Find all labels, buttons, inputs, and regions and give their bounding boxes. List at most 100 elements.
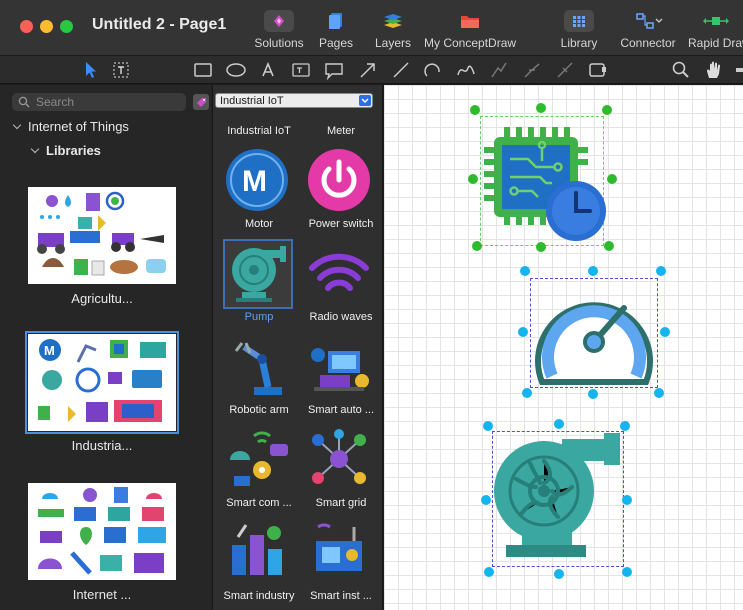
resize-handle[interactable] bbox=[554, 569, 564, 579]
layers-button[interactable]: Layers bbox=[371, 6, 415, 52]
resize-handle[interactable] bbox=[622, 495, 632, 505]
rapid-draw-button[interactable]: Rapid Draw bbox=[688, 6, 743, 52]
select-tool[interactable] bbox=[80, 60, 102, 80]
chevron-down-icon bbox=[12, 120, 22, 130]
tree-item-internet-of-things[interactable]: Internet of Things bbox=[12, 119, 129, 134]
resize-handle[interactable] bbox=[604, 241, 614, 251]
resize-handle[interactable] bbox=[520, 266, 530, 276]
freehand-tool[interactable] bbox=[455, 60, 477, 80]
connector-icon bbox=[633, 10, 663, 32]
resize-handle[interactable] bbox=[554, 419, 564, 429]
magnifier-icon bbox=[672, 61, 689, 78]
bezier-tool[interactable] bbox=[488, 60, 510, 80]
my-conceptdraw-button[interactable]: My ConceptDraw bbox=[424, 6, 516, 52]
library-item-industrial-iot[interactable]: Industrial IoT bbox=[216, 117, 296, 137]
text-frame-tool[interactable] bbox=[290, 60, 312, 80]
resize-handle[interactable] bbox=[588, 389, 598, 399]
resize-handle[interactable] bbox=[602, 105, 612, 115]
svg-text:M: M bbox=[242, 165, 267, 198]
spline-icon bbox=[557, 62, 573, 78]
svg-text:M: M bbox=[44, 343, 55, 358]
document-title: Untitled 2 - Page1 bbox=[92, 16, 227, 33]
library-dropdown[interactable]: Industrial IoT bbox=[215, 93, 373, 108]
resize-handle[interactable] bbox=[468, 174, 478, 184]
library-item-meter[interactable]: Meter bbox=[298, 117, 378, 137]
pages-button[interactable]: Pages bbox=[316, 6, 356, 52]
resize-handle[interactable] bbox=[607, 174, 617, 184]
line-tool[interactable] bbox=[390, 60, 412, 80]
library-thumbnail-industrial[interactable]: M bbox=[25, 331, 179, 434]
resize-handle[interactable] bbox=[654, 388, 664, 398]
spline-tool[interactable] bbox=[554, 60, 576, 80]
resize-handle[interactable] bbox=[536, 242, 546, 252]
overflow-icon bbox=[736, 68, 743, 72]
solutions-button[interactable]: Solutions bbox=[250, 6, 308, 52]
library-item-motor[interactable]: M Motor bbox=[216, 147, 296, 240]
minimize-window-button[interactable] bbox=[40, 20, 53, 33]
rapid-draw-icon bbox=[701, 10, 731, 32]
resize-handle[interactable] bbox=[483, 421, 493, 431]
bezier-icon bbox=[491, 62, 507, 78]
connector-button[interactable]: Connector bbox=[619, 6, 677, 52]
more-tools[interactable] bbox=[733, 60, 743, 80]
zoom-window-button[interactable] bbox=[60, 20, 73, 33]
arrow-tool[interactable] bbox=[357, 60, 379, 80]
resize-handle[interactable] bbox=[518, 327, 528, 337]
zoom-tool[interactable] bbox=[670, 60, 692, 80]
drawing-canvas[interactable] bbox=[384, 85, 743, 610]
chip-clock-shape[interactable] bbox=[480, 119, 610, 249]
industrial-collage-icon: M bbox=[38, 339, 166, 422]
arc-tool[interactable] bbox=[422, 60, 444, 80]
meter-shape[interactable] bbox=[530, 278, 658, 388]
resize-handle[interactable] bbox=[484, 567, 494, 577]
library-item-smart-grid[interactable]: Smart grid bbox=[298, 426, 378, 519]
radio-waves-icon bbox=[309, 253, 369, 291]
tag-icon bbox=[197, 98, 206, 107]
tree-item-libraries[interactable]: Libraries bbox=[30, 143, 101, 158]
speech-bubble-icon bbox=[325, 63, 343, 81]
library-label-internet: Internet ... bbox=[72, 587, 132, 602]
library-item-power-switch[interactable]: Power switch bbox=[298, 147, 378, 240]
ellipse-tool[interactable] bbox=[225, 60, 247, 80]
resize-handle[interactable] bbox=[656, 266, 666, 276]
motor-icon: M bbox=[226, 149, 288, 211]
text-select-tool[interactable] bbox=[110, 60, 132, 80]
resize-handle[interactable] bbox=[470, 105, 480, 115]
close-window-button[interactable] bbox=[20, 20, 33, 33]
resize-handle[interactable] bbox=[472, 241, 482, 251]
letter-a-icon bbox=[262, 61, 274, 77]
library-button[interactable]: Library bbox=[558, 6, 600, 52]
library-thumbnail-agriculture[interactable] bbox=[28, 187, 176, 284]
rectangle-tool[interactable] bbox=[192, 60, 214, 80]
text-tool[interactable] bbox=[257, 60, 279, 80]
resize-handle[interactable] bbox=[536, 103, 546, 113]
library-item-smart-automation[interactable]: Smart auto ... bbox=[298, 333, 378, 426]
library-item-smart-communication[interactable]: Smart com ... bbox=[216, 426, 296, 519]
resize-handle[interactable] bbox=[660, 327, 670, 337]
pump-shape[interactable] bbox=[492, 431, 624, 567]
resize-handle[interactable] bbox=[622, 567, 632, 577]
library-thumbnail-internet[interactable] bbox=[28, 483, 176, 580]
search-options-button[interactable] bbox=[193, 94, 209, 110]
search-input[interactable] bbox=[36, 94, 176, 110]
resize-handle[interactable] bbox=[620, 421, 630, 431]
library-item-smart-instrument[interactable]: Smart inst ... bbox=[298, 519, 378, 610]
internet-collage-icon bbox=[38, 487, 166, 575]
freehand-icon bbox=[457, 65, 475, 76]
resize-handle[interactable] bbox=[522, 388, 532, 398]
shape-edit-icon bbox=[589, 63, 606, 77]
library-panel: Industrial IoT Industrial IoT Meter M Mo… bbox=[213, 85, 383, 610]
chevron-down-icon bbox=[359, 95, 371, 106]
polyline-tool[interactable] bbox=[521, 60, 543, 80]
callout-tool[interactable] bbox=[323, 60, 345, 81]
library-item-robotic-arm[interactable]: Robotic arm bbox=[216, 333, 296, 426]
resize-handle[interactable] bbox=[481, 495, 491, 505]
folder-icon bbox=[455, 10, 485, 32]
library-item-pump[interactable]: Pump bbox=[216, 239, 296, 333]
library-item-smart-industry[interactable]: Smart industry bbox=[216, 519, 296, 610]
resize-handle[interactable] bbox=[588, 266, 598, 276]
diagonal-arrow-icon bbox=[360, 63, 375, 78]
pan-tool[interactable] bbox=[703, 60, 725, 80]
library-item-radio-waves[interactable]: Radio waves bbox=[298, 240, 378, 333]
shape-edit-tool[interactable] bbox=[587, 60, 609, 80]
